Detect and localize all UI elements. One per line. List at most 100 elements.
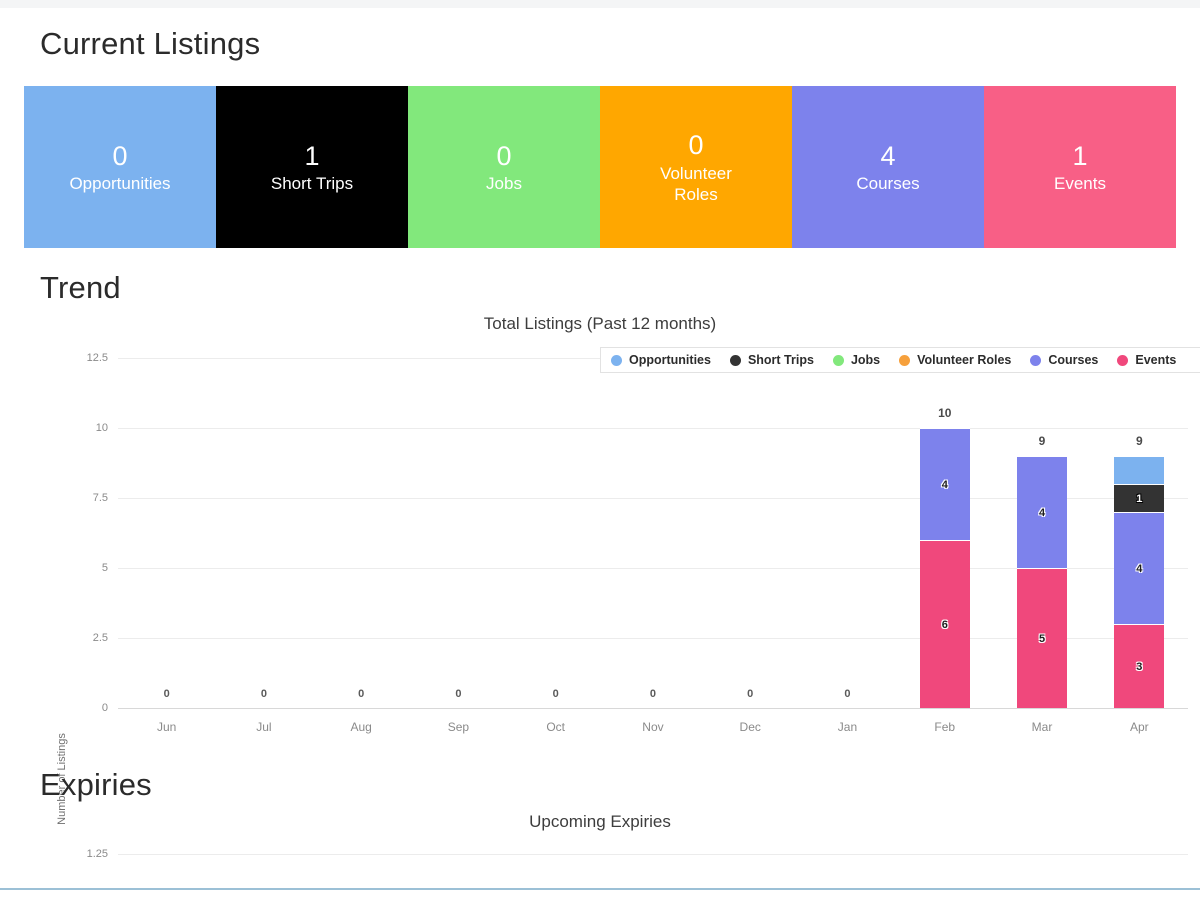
stat-card-opportunities[interactable]: 0 Opportunities (24, 86, 216, 248)
trend-x-tick-label: Feb (934, 720, 956, 734)
legend-dot-icon (832, 354, 844, 366)
trend-bar-group[interactable]: 0 Oct (507, 358, 604, 734)
trend-x-tick-label: Jul (256, 720, 272, 734)
trend-bar-total-label: 0 (163, 688, 170, 700)
dashboard-page: Current Listings 0 Opportunities 1 Short Tr… (0, 0, 1200, 900)
expiries-y-tick-label: 1.25 (86, 848, 108, 860)
stat-card-label: Short Trips (270, 174, 354, 194)
stat-card-events[interactable]: 1 Events (984, 86, 1176, 248)
trend-x-tick-label: Aug (350, 720, 372, 734)
legend-dot-icon (1117, 354, 1129, 366)
trend-bar-total-label: 0 (552, 688, 559, 700)
legend-item-jobs[interactable]: Jobs (832, 353, 881, 367)
trend-bar-segment-events[interactable]: 3 (1114, 624, 1165, 708)
trend-x-tick-label: Nov (642, 720, 664, 734)
trend-bar-total-label: 0 (649, 688, 657, 700)
trend-y-tick-label: 10 (95, 422, 108, 434)
trend-segment-value: 1 (1136, 492, 1143, 505)
stat-card-label: Courses (856, 174, 920, 194)
legend-item-label: Opportunities (629, 353, 711, 367)
trend-bar-group[interactable]: 5 4 9 Mar (993, 358, 1090, 734)
legend-item-volunteer-roles[interactable]: Volunteer Roles (899, 353, 1011, 367)
trend-bar-segment-courses[interactable]: 4 (1017, 456, 1068, 568)
trend-y-tick-label: 2.5 (92, 632, 108, 644)
stat-card-label: Volunteer Roles (660, 163, 732, 204)
trend-segment-value: 4 (1136, 562, 1143, 575)
trend-x-tick-label: Oct (546, 720, 566, 734)
trend-bar-group[interactable]: 0 Jul (215, 358, 312, 734)
expiries-gridline (118, 854, 1188, 855)
stat-card-count: 4 (880, 140, 896, 171)
legend-item-label: Jobs (850, 353, 881, 367)
trend-x-tick-label: Jun (156, 720, 177, 734)
stat-card-label: Jobs (486, 174, 522, 194)
trend-segment-value: 3 (1136, 660, 1143, 673)
section-heading-expiries: Expiries (40, 767, 152, 802)
trend-segment-value: 4 (941, 478, 948, 491)
trend-bar-group[interactable]: 6 4 10 Feb (896, 358, 993, 734)
trend-bar-total-label: 0 (260, 688, 267, 700)
stat-card-row: 0 Opportunities 1 Short Trips 0 Jobs 0 Voluntee… (24, 86, 1176, 248)
trend-bar-group[interactable]: 0 Nov (604, 358, 701, 734)
trend-bar-total-label: 0 (747, 688, 754, 700)
trend-bar-segment-short-trips[interactable]: 1 (1114, 484, 1165, 512)
legend-dot-icon (729, 354, 741, 366)
trend-bar-group[interactable]: 0 Aug (313, 358, 410, 734)
trend-bar-container: 0 Jun 0 Jul 0 Aug 0 Sep 0 Oct 0 Nov 0 Dec 0 Jan 6 4 10 Feb 5… (118, 358, 1188, 734)
top-strip (0, 0, 1200, 8)
trend-segment-value: 6 (941, 618, 948, 631)
trend-segment-value: 4 (1038, 506, 1046, 519)
legend-item-label: Short Trips (747, 353, 814, 367)
legend-dot-icon (899, 354, 911, 366)
trend-bar-group[interactable]: 0 Dec (702, 358, 799, 734)
trend-y-tick-label: 7.5 (92, 492, 108, 504)
legend-item-opportunities[interactable]: Opportunities (611, 353, 711, 367)
trend-bar-group[interactable]: 0 Jan (799, 358, 896, 734)
legend-dot-icon (611, 354, 622, 366)
trend-stacked-bar[interactable]: 54 (1017, 456, 1068, 708)
trend-bar-group[interactable]: 3 4 1 9 Apr (1091, 358, 1188, 734)
trend-bar-segment-courses[interactable]: 4 (919, 428, 970, 540)
trend-chart-title: Total Listings (Past 12 months) (483, 314, 717, 333)
stat-card-volunteer-roles[interactable]: 0 Volunteer Roles (600, 86, 792, 248)
trend-bar-segment-events[interactable]: 6 (919, 540, 970, 708)
legend-item-courses[interactable]: Courses (1030, 353, 1098, 367)
page-title-current-listings: Current Listings (40, 26, 261, 61)
trend-x-tick-label: Apr (1129, 720, 1149, 734)
legend-item-label: Events (1135, 353, 1177, 367)
trend-stacked-bar[interactable]: 3 4 1 (1114, 456, 1165, 708)
trend-x-tick-label: Jan (837, 720, 858, 734)
trend-x-tick-label: Dec (739, 720, 761, 734)
trend-y-tick-label: 12.5 (86, 352, 108, 364)
trend-y-tick-label: 0 (101, 702, 108, 714)
stat-card-count: 0 (688, 129, 704, 160)
trend-bar-total-label: 0 (844, 688, 851, 700)
trend-plot-area: 0 2.5 5 7.5 10 12.5 0 Jun 0 Jul 0 Aug 0 Sep 0 Oct 0 Nov 0 D… (87, 352, 1188, 734)
trend-bar-segment-events[interactable]: 5 (1017, 568, 1068, 708)
legend-item-short-trips[interactable]: Short Trips (729, 353, 814, 367)
stat-card-count: 1 (1072, 140, 1088, 171)
trend-segment-value: 5 (1038, 632, 1046, 645)
legend-item-label: Courses (1048, 353, 1099, 367)
trend-bar-total-label: 10 (938, 406, 952, 420)
stat-card-short-trips[interactable]: 1 Short Trips (216, 86, 408, 248)
trend-bar-segment-courses[interactable]: 4 (1114, 512, 1165, 624)
legend-dot-icon (1030, 354, 1042, 366)
trend-bar-group[interactable]: 0 Jun (118, 358, 215, 734)
trend-stacked-bar[interactable]: 64 (919, 428, 970, 708)
trend-chart-legend[interactable]: Opportunities Short Trips Jobs Volunteer Ro… (600, 347, 1200, 373)
trend-x-tick-label: Sep (447, 720, 470, 734)
trend-bar-group[interactable]: 0 Sep (410, 358, 507, 734)
trend-bar-total-label: 0 (455, 688, 462, 700)
trend-bar-total-label: 9 (1038, 434, 1046, 448)
stat-card-jobs[interactable]: 0 Jobs (408, 86, 600, 248)
trend-x-tick-label: Mar (1031, 720, 1053, 734)
stat-card-courses[interactable]: 4 Courses (792, 86, 984, 248)
stat-card-count: 1 (304, 140, 320, 171)
legend-item-label: Volunteer Roles (917, 353, 1012, 367)
legend-item-events[interactable]: Events (1117, 353, 1176, 367)
trend-y-tick-label: 5 (101, 562, 108, 574)
stat-card-count: 0 (496, 140, 512, 171)
trend-bar-total-label: 0 (358, 688, 365, 700)
trend-bar-segment-opportunities[interactable] (1114, 456, 1165, 484)
